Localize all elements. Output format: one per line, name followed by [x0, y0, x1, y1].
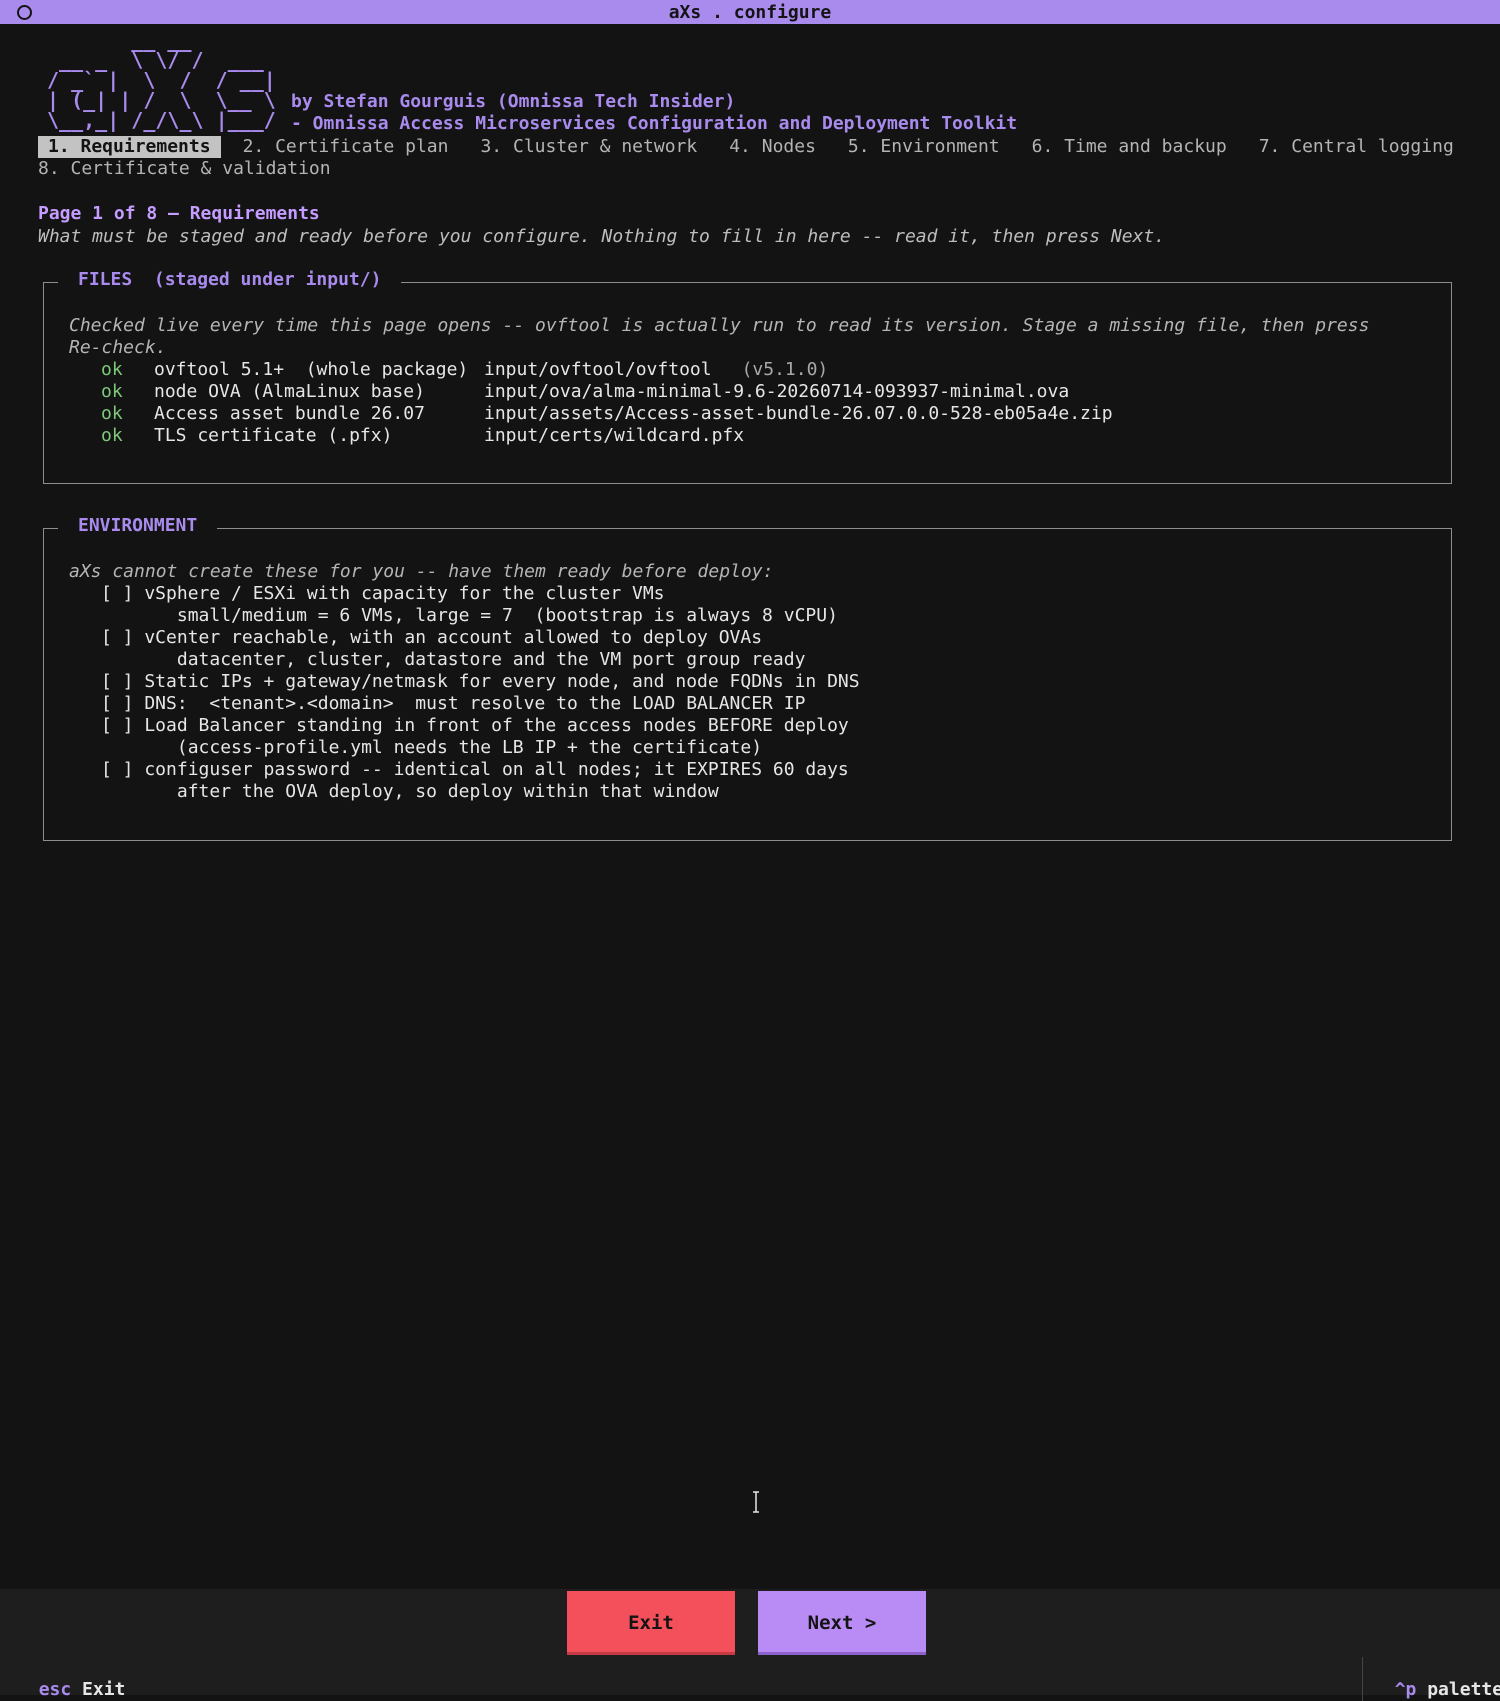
status-exit-shortcut[interactable]: esc Exit	[17, 1657, 126, 1701]
file-label: Access asset bundle 26.07	[154, 403, 425, 424]
files-panel: FILES (staged under input/) Checked live…	[43, 269, 1452, 484]
env-check-load-balancer[interactable]: [ ] Load Balancer standing in front of t…	[101, 715, 860, 737]
env-check-static-ips[interactable]: [ ] Static IPs + gateway/netmask for eve…	[101, 671, 860, 693]
footer-bar	[0, 1589, 1500, 1695]
file-label: TLS certificate (.pfx)	[154, 425, 393, 446]
text-cursor-icon	[753, 1491, 759, 1513]
files-note-2: Re-check.	[69, 337, 167, 358]
tab-environment[interactable]: 5. Environment	[838, 136, 1010, 158]
page-description: What must be staged and ready before you…	[38, 226, 1166, 247]
environment-note: aXs cannot create these for you -- have …	[69, 561, 774, 582]
env-detail: (access-profile.yml needs the LB IP + th…	[101, 737, 763, 758]
environment-panel: ENVIRONMENT aXs cannot create these for …	[43, 515, 1452, 841]
file-path: input/certs/wildcard.pfx	[484, 425, 745, 446]
file-label: ovftool 5.1+ (whole package)	[154, 359, 469, 380]
axs-ascii-logo: __ __ __ _ \ \/ / ___ / _` | \ / / __| |…	[47, 28, 276, 132]
status-ok: ok	[101, 403, 123, 424]
env-check-vcenter[interactable]: [ ] vCenter reachable, with an account a…	[101, 627, 860, 649]
tab-central-logging[interactable]: 7. Central logging	[1249, 136, 1464, 158]
environment-panel-legend: ENVIRONMENT	[58, 515, 218, 537]
status-ok: ok	[101, 425, 123, 446]
file-path: input/ova/alma-minimal-9.6-20260714-0939…	[484, 381, 1070, 402]
file-row-tls-cert: ok TLS certificate (.pfx) input/certs/wild…	[101, 425, 1369, 447]
file-row-asset-bundle: ok Access asset bundle 26.07 input/assets/…	[101, 403, 1369, 425]
window-title: aXs . configure	[668, 2, 832, 23]
shortcut-key: ^p	[1394, 1679, 1417, 1700]
env-detail: after the OVA deploy, so deploy within t…	[101, 781, 719, 802]
status-palette-shortcut[interactable]: ^p palette	[1362, 1657, 1500, 1701]
header-byline: by Stefan Gourguis (Omnissa Tech Insider…	[291, 91, 736, 112]
window-control-icon[interactable]	[17, 5, 32, 20]
env-detail: datacenter, cluster, datastore and the V…	[101, 649, 806, 670]
tab-nodes[interactable]: 4. Nodes	[719, 136, 826, 158]
exit-button[interactable]: Exit	[567, 1591, 735, 1655]
files-panel-legend: FILES (staged under input/)	[58, 269, 402, 291]
env-check-configuser[interactable]: [ ] configuser password -- identical on …	[101, 759, 860, 781]
header-subtitle: - Omnissa Access Microservices Configura…	[291, 113, 1018, 134]
tab-cluster-network[interactable]: 3. Cluster & network	[470, 136, 707, 158]
next-button[interactable]: Next >	[758, 1591, 926, 1655]
tab-requirements[interactable]: 1. Requirements	[38, 136, 221, 158]
title-bar: aXs . configure	[0, 0, 1500, 24]
wizard-tabs: 1. Requirements 2. Certificate plan 3. Clu…	[38, 136, 1478, 180]
file-row-ova: ok node OVA (AlmaLinux base) input/ova/alm…	[101, 381, 1369, 403]
shortcut-key: esc	[38, 1679, 72, 1700]
status-ok: ok	[101, 381, 123, 402]
file-row-ovftool: ok ovftool 5.1+ (whole package) input/ovft…	[101, 359, 1369, 381]
shortcut-label: palette	[1427, 1679, 1500, 1700]
page-title: Page 1 of 8 — Requirements	[38, 203, 320, 224]
env-detail: small/medium = 6 VMs, large = 7 (bootstr…	[101, 605, 838, 626]
env-check-vsphere[interactable]: [ ] vSphere / ESXi with capacity for the…	[101, 583, 860, 605]
file-path: input/assets/Access-asset-bundle-26.07.0…	[484, 403, 1113, 424]
shortcut-label: Exit	[82, 1679, 126, 1700]
file-label: node OVA (AlmaLinux base)	[154, 381, 425, 402]
file-version: (v5.1.0)	[741, 359, 829, 380]
tab-certificate-validation[interactable]: 8. Certificate & validation	[38, 158, 341, 180]
files-note: Checked live every time this page opens …	[69, 315, 1370, 336]
tab-time-backup[interactable]: 6. Time and backup	[1022, 136, 1237, 158]
status-ok: ok	[101, 359, 123, 380]
file-path: input/ovftool/ovftool	[484, 359, 712, 380]
env-check-dns[interactable]: [ ] DNS: <tenant>.<domain> must resolve …	[101, 693, 860, 715]
tab-certificate-plan[interactable]: 2. Certificate plan	[233, 136, 459, 158]
